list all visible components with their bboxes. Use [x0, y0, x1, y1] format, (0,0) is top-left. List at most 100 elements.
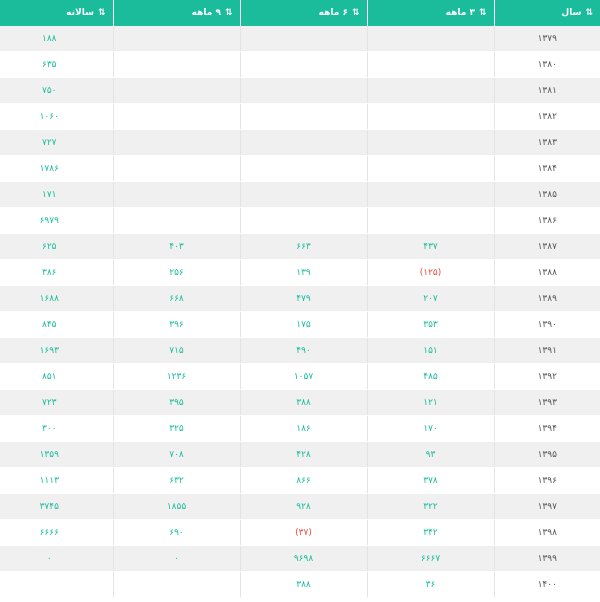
value-cell-9month: ۷۰۸	[112, 441, 240, 468]
value-cell-3month	[366, 155, 494, 182]
value-cell-6month: ۴۲۸	[239, 441, 367, 468]
year-cell: ۱۳۸۳	[493, 129, 600, 156]
value-cell-9month	[112, 571, 240, 598]
year-cell: ۱۳۹۸	[493, 519, 600, 546]
year-cell: ۱۳۹۱	[493, 337, 600, 364]
sort-arrows-icon[interactable]: ⇅	[479, 8, 486, 18]
value-cell-6month: ۴۹۰	[239, 337, 367, 364]
sort-arrows-icon[interactable]: ⇅	[98, 8, 105, 18]
column-header-3month-label: ۳ ماهه	[445, 8, 475, 18]
table-row: ۱۳۸۲ ۱۰۶۰	[0, 103, 600, 130]
value-cell-3month: ۱۷۰	[366, 415, 494, 442]
value-cell-9month	[112, 77, 240, 104]
value-cell-3month	[366, 181, 494, 208]
value-cell-3month: ۲۰۷	[366, 285, 494, 312]
year-cell: ۱۳۹۵	[493, 441, 600, 468]
value-cell-annual: ۰	[0, 545, 113, 572]
value-cell-9month: ۶۳۲	[112, 467, 240, 494]
value-cell-9month: ۱۸۵۵	[112, 493, 240, 520]
value-cell-6month: ۶۶۳	[239, 233, 367, 260]
year-cell: ۱۳۸۱	[493, 77, 600, 104]
value-cell-annual: ۱۶۸۸	[0, 285, 113, 312]
value-cell-annual: ۶۲۵	[0, 233, 113, 260]
value-cell-3month: ۳۲۲	[366, 493, 494, 520]
table-row: ۱۳۸۷ ۴۳۷ ۶۶۳ ۴۰۳ ۶۲۵	[0, 233, 600, 260]
value-cell-6month: ۱۷۵	[239, 311, 367, 338]
value-cell-6month: (۳۷)	[239, 519, 367, 546]
column-header-6month-label: ۶ ماهه	[318, 8, 348, 18]
table-row: ۱۳۹۶ ۳۷۸ ۸۶۶ ۶۳۲ ۱۱۱۳	[0, 467, 600, 494]
table-row: ۱۳۸۱ ۷۵۰	[0, 77, 600, 104]
year-cell: ۱۳۹۳	[493, 389, 600, 416]
year-cell: ۱۳۹۰	[493, 311, 600, 338]
value-cell-6month: ۴۷۹	[239, 285, 367, 312]
value-cell-6month: ۱۸۶	[239, 415, 367, 442]
year-cell: ۱۳۸۶	[493, 207, 600, 234]
value-cell-6month	[239, 129, 367, 156]
value-cell-6month: ۹۲۸	[239, 493, 367, 520]
sort-arrows-icon[interactable]: ⇅	[225, 8, 232, 18]
value-cell-annual: ۳۷۴۵	[0, 493, 113, 520]
value-cell-annual: ۷۲۷	[0, 129, 113, 156]
value-cell-annual: ۶۹۷۹	[0, 207, 113, 234]
value-cell-annual: ۱۷۱	[0, 181, 113, 208]
table-body: ۱۳۷۹ ۱۸۸ ۱۳۸۰ ۶۳۵ ۱۳۸۱ ۷۵۰ ۱۳۸۲ ۱۰۶۰ ۱۳۸۳ ۷۲۷ ۱۳۸۴…	[0, 26, 600, 598]
year-cell: ۱۴۰۰	[493, 571, 600, 598]
value-cell-6month: ۸۶۶	[239, 467, 367, 494]
year-cell: ۱۳۸۹	[493, 285, 600, 312]
value-cell-9month	[112, 103, 240, 130]
value-cell-annual: ۳۸۶	[0, 259, 113, 286]
value-cell-3month	[366, 26, 494, 52]
value-cell-annual: ۸۴۵	[0, 311, 113, 338]
table-row: ۱۳۹۷ ۳۲۲ ۹۲۸ ۱۸۵۵ ۳۷۴۵	[0, 493, 600, 520]
table-row: ۱۳۸۹ ۲۰۷ ۴۷۹ ۶۶۸ ۱۶۸۸	[0, 285, 600, 312]
value-cell-9month	[112, 181, 240, 208]
value-cell-6month: ۱۳۹	[239, 259, 367, 286]
value-cell-9month	[112, 51, 240, 78]
table-row: ۱۳۸۶ ۶۹۷۹	[0, 207, 600, 234]
value-cell-3month: ۳۵۳	[366, 311, 494, 338]
value-cell-annual: ۶۳۵	[0, 51, 113, 78]
value-cell-6month	[239, 103, 367, 130]
table-row: ۱۳۹۹ ۶۶۶۷ ۹۶۹۸ ۰ ۰	[0, 545, 600, 572]
sort-arrows-icon[interactable]: ⇅	[585, 8, 592, 18]
sort-arrows-icon[interactable]: ⇅	[352, 8, 359, 18]
column-header-annual[interactable]: ⇅ سالانه	[0, 0, 113, 26]
table-header-row: ⇅ سال ⇅ ۳ ماهه ⇅ ۶ ماهه ⇅ ۹ ماهه ⇅ سالانه	[0, 0, 600, 26]
value-cell-3month	[366, 129, 494, 156]
value-cell-annual: ۱۰۶۰	[0, 103, 113, 130]
value-cell-3month: ۳۴۲	[366, 519, 494, 546]
value-cell-9month: ۳۹۵	[112, 389, 240, 416]
table-row: ۱۳۸۸ (۱۲۵) ۱۳۹ ۲۵۶ ۳۸۶	[0, 259, 600, 286]
value-cell-9month: ۱۲۳۶	[112, 363, 240, 390]
table-row: ۱۳۹۱ ۱۵۱ ۴۹۰ ۷۱۵ ۱۶۹۳	[0, 337, 600, 364]
column-header-9month[interactable]: ⇅ ۹ ماهه	[112, 0, 240, 26]
value-cell-9month: ۶۹۰	[112, 519, 240, 546]
year-cell: ۱۳۸۰	[493, 51, 600, 78]
value-cell-6month	[239, 181, 367, 208]
column-header-3month[interactable]: ⇅ ۳ ماهه	[366, 0, 494, 26]
value-cell-6month	[239, 77, 367, 104]
value-cell-6month	[239, 207, 367, 234]
value-cell-annual: ۶۶۶۶	[0, 519, 113, 546]
value-cell-6month	[239, 51, 367, 78]
column-header-6month[interactable]: ⇅ ۶ ماهه	[239, 0, 367, 26]
table-row: ۱۳۹۸ ۳۴۲ (۳۷) ۶۹۰ ۶۶۶۶	[0, 519, 600, 546]
value-cell-annual: ۳۰۰	[0, 415, 113, 442]
value-cell-annual: ۱۱۱۳	[0, 467, 113, 494]
column-header-year[interactable]: ⇅ سال	[493, 0, 600, 26]
year-cell: ۱۳۸۵	[493, 181, 600, 208]
value-cell-annual: ۱۳۵۹	[0, 441, 113, 468]
column-header-annual-label: سالانه	[66, 8, 94, 18]
value-cell-3month	[366, 103, 494, 130]
value-cell-annual: ۱۶۹۳	[0, 337, 113, 364]
value-cell-6month: ۳۸۸	[239, 571, 367, 598]
table-row: ۱۳۹۴ ۱۷۰ ۱۸۶ ۳۲۵ ۳۰۰	[0, 415, 600, 442]
year-cell: ۱۳۷۹	[493, 26, 600, 52]
column-header-9month-label: ۹ ماهه	[191, 8, 221, 18]
year-cell: ۱۳۸۴	[493, 155, 600, 182]
table-row: ۱۴۰۰ ۳۶ ۳۸۸	[0, 571, 600, 598]
value-cell-3month: ۴۸۵	[366, 363, 494, 390]
value-cell-3month	[366, 77, 494, 104]
table-row: ۱۳۹۲ ۴۸۵ ۱۰۵۷ ۱۲۳۶ ۸۵۱	[0, 363, 600, 390]
